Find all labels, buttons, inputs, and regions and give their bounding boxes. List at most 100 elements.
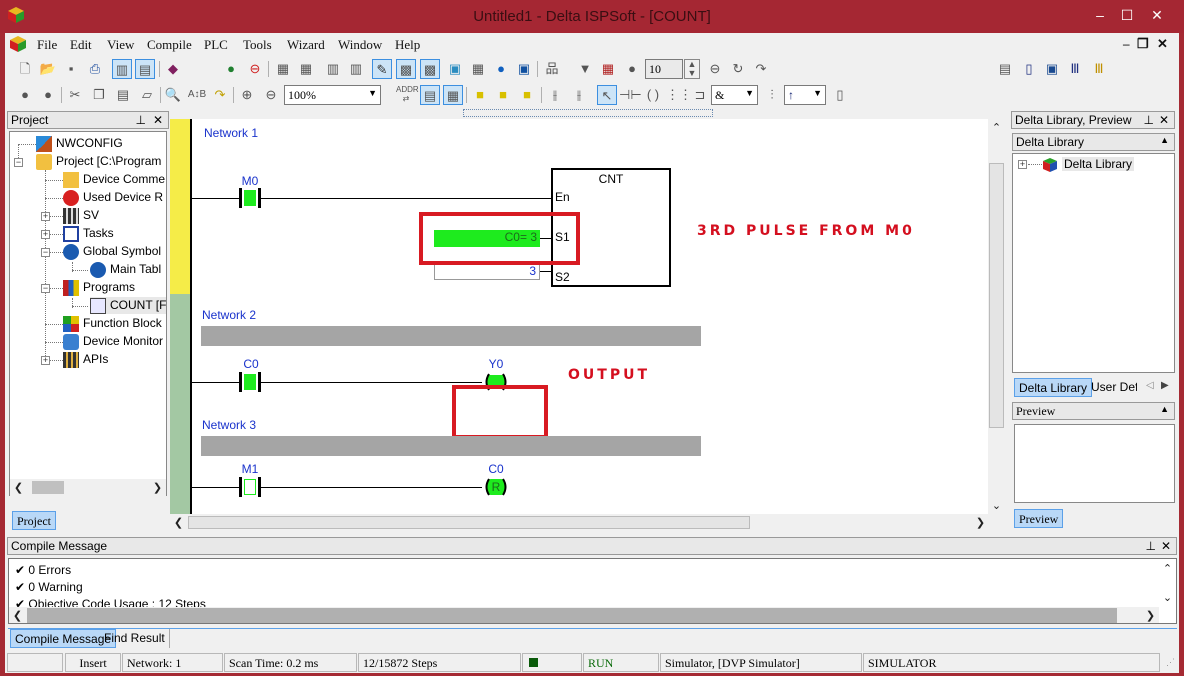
tree-item-count[interactable]: COUNT [F	[90, 297, 166, 314]
download-icon[interactable]: ▦	[296, 59, 316, 79]
find-icon[interactable]: 🔍	[163, 85, 183, 105]
coil-tool-icon[interactable]: ( )	[643, 85, 663, 105]
editor-splitter[interactable]	[463, 109, 713, 117]
symbol-table-icon[interactable]: ▤	[420, 85, 440, 105]
scroll-left-icon[interactable]: ❮	[10, 481, 27, 494]
menu-edit[interactable]: Edit	[70, 37, 92, 53]
bulb-icon[interactable]: ●	[491, 59, 511, 79]
expand-toggle[interactable]: +	[41, 212, 50, 221]
tree-item-project[interactable]: Project [C:\Program	[36, 153, 161, 170]
menu-tools[interactable]: Tools	[243, 37, 272, 53]
paste-icon[interactable]: ▤	[113, 85, 133, 105]
comment-toggle-icon[interactable]: ▦	[443, 85, 463, 105]
print-icon[interactable]: ⎙	[85, 59, 105, 79]
compile-hscrollbar[interactable]: ❮ ❯	[9, 607, 1159, 623]
close-icon[interactable]: ✕	[1161, 539, 1171, 553]
stop-scan-icon[interactable]: ⊖	[705, 59, 725, 79]
scan-count-input[interactable]: 10	[645, 59, 683, 79]
logic-select[interactable]: & ▼	[711, 85, 758, 105]
s2-operand[interactable]: 3	[434, 263, 540, 280]
cascade-window-icon[interactable]: ▤	[995, 59, 1015, 79]
network-icon[interactable]: 品	[542, 59, 562, 79]
branch-icon[interactable]: ⫶	[762, 85, 782, 105]
tab-find-result[interactable]: Find Result	[100, 629, 170, 648]
collapse-up-icon[interactable]: ▲	[1160, 135, 1169, 145]
upload-icon[interactable]: ▦	[273, 59, 293, 79]
preview-header[interactable]: Preview ▲	[1012, 402, 1175, 420]
new-file-icon[interactable]: 🗋	[15, 59, 35, 79]
scan-count-stepper[interactable]: ▲ ▼	[684, 59, 700, 79]
project-tree-hscrollbar[interactable]: ❮ ❯	[10, 479, 166, 496]
collapse-toggle[interactable]: −	[41, 284, 50, 293]
zoom-in-icon[interactable]: ⊕	[237, 85, 257, 105]
scroll-thumb[interactable]	[27, 608, 1117, 623]
scroll-thumb[interactable]	[989, 163, 1004, 428]
tree-item-nwconfig[interactable]: NWCONFIG	[36, 135, 123, 152]
close-icon[interactable]: ✕	[153, 113, 163, 127]
scroll-left-icon[interactable]: ❮	[9, 609, 26, 622]
edit-mode-icon[interactable]: ✎	[372, 59, 392, 79]
write-online-icon[interactable]: ▦	[468, 59, 488, 79]
contact-m0[interactable]	[239, 188, 261, 208]
scroll-thumb[interactable]	[32, 481, 64, 494]
menu-help[interactable]: Help	[395, 37, 420, 53]
app-menu-icon[interactable]	[9, 35, 27, 53]
monitor-screen-icon[interactable]: ▣	[514, 59, 534, 79]
copy-icon[interactable]: ❐	[89, 85, 109, 105]
collapse-up-icon[interactable]: ▲	[1160, 404, 1169, 414]
scroll-up-icon[interactable]: ⌃	[988, 121, 1005, 134]
tab-scroll-right-icon[interactable]: ▶	[1161, 380, 1169, 391]
tab-preview[interactable]: Preview	[1014, 509, 1064, 528]
undo-icon[interactable]: ●	[15, 85, 35, 105]
tree-item-function-block[interactable]: Function Block	[63, 315, 162, 332]
tab-user-defined[interactable]: User Defir	[1087, 378, 1137, 397]
editor-vscrollbar[interactable]: ⌃ ⌄	[988, 119, 1005, 514]
fb-tool-icon[interactable]: ⊐	[690, 85, 710, 105]
redo-icon[interactable]: ●	[38, 85, 58, 105]
scroll-left-icon[interactable]: ❮	[170, 516, 187, 529]
thermometer-icon[interactable]: ▯	[1019, 59, 1039, 79]
select-pointer-icon[interactable]: ↖	[597, 85, 617, 105]
scroll-down-icon[interactable]: ⌄	[1159, 591, 1176, 604]
menu-compile[interactable]: Compile	[147, 37, 192, 53]
menu-plc[interactable]: PLC	[204, 37, 228, 53]
api-tool-icon[interactable]: ⋮⋮	[666, 85, 692, 105]
resize-grip-icon[interactable]: ⋰	[1166, 657, 1175, 668]
collapse-toggle[interactable]: −	[14, 158, 23, 167]
contact-tool-icon[interactable]: ⊣⊢	[619, 85, 642, 105]
project-view-icon[interactable]: ▥	[112, 59, 132, 79]
tree-item-device-comment[interactable]: Device Comme	[63, 171, 165, 188]
output-view-icon[interactable]: ▤	[135, 59, 155, 79]
tree-item-global-symbol[interactable]: Global Symbol	[63, 243, 161, 260]
zoom-out-icon[interactable]: ⊖	[261, 85, 281, 105]
pin-icon[interactable]: ⊥	[136, 113, 146, 127]
step-icon[interactable]: ↷	[751, 59, 771, 79]
goto-icon[interactable]: ↷	[210, 85, 230, 105]
expand-toggle[interactable]: +	[41, 356, 50, 365]
menu-wizard[interactable]: Wizard	[287, 37, 325, 53]
tree-item-sv[interactable]: SV	[63, 207, 99, 224]
expand-toggle[interactable]: +	[41, 230, 50, 239]
pin-icon[interactable]: ⊥	[1146, 539, 1156, 553]
replace-icon[interactable]: A↕B	[187, 85, 207, 105]
tree-item-apis[interactable]: APIs	[63, 351, 108, 368]
zoom-select[interactable]: 100% ▼	[284, 85, 381, 105]
tab-scroll-left-icon[interactable]: ◁	[1146, 380, 1154, 391]
bookmark-icon[interactable]: ■	[470, 85, 490, 105]
library-section-header[interactable]: Delta Library ▲	[1012, 133, 1175, 151]
insert-row-below-icon[interactable]: ⫲	[569, 85, 589, 105]
bookmark-next-icon[interactable]: ■	[517, 85, 537, 105]
eraser-icon[interactable]: ▱	[137, 85, 157, 105]
open-folder-icon[interactable]: 📂	[38, 59, 58, 79]
calendar-icon[interactable]: ▦	[598, 59, 618, 79]
tree-item-used-device[interactable]: Used Device R	[63, 189, 163, 206]
tab-project[interactable]: Project	[12, 511, 56, 530]
menu-view[interactable]: View	[107, 37, 134, 53]
columns-icon[interactable]: Ⅲ	[1065, 59, 1085, 79]
network-1-marker[interactable]	[170, 119, 190, 294]
scroll-right-icon[interactable]: ❯	[149, 481, 166, 494]
scroll-right-icon[interactable]: ❯	[972, 516, 989, 529]
single-scan-icon[interactable]: ●	[622, 59, 642, 79]
edge-select[interactable]: ↑ ▼	[784, 85, 826, 105]
scroll-up-icon[interactable]: ⌃	[1159, 562, 1176, 575]
